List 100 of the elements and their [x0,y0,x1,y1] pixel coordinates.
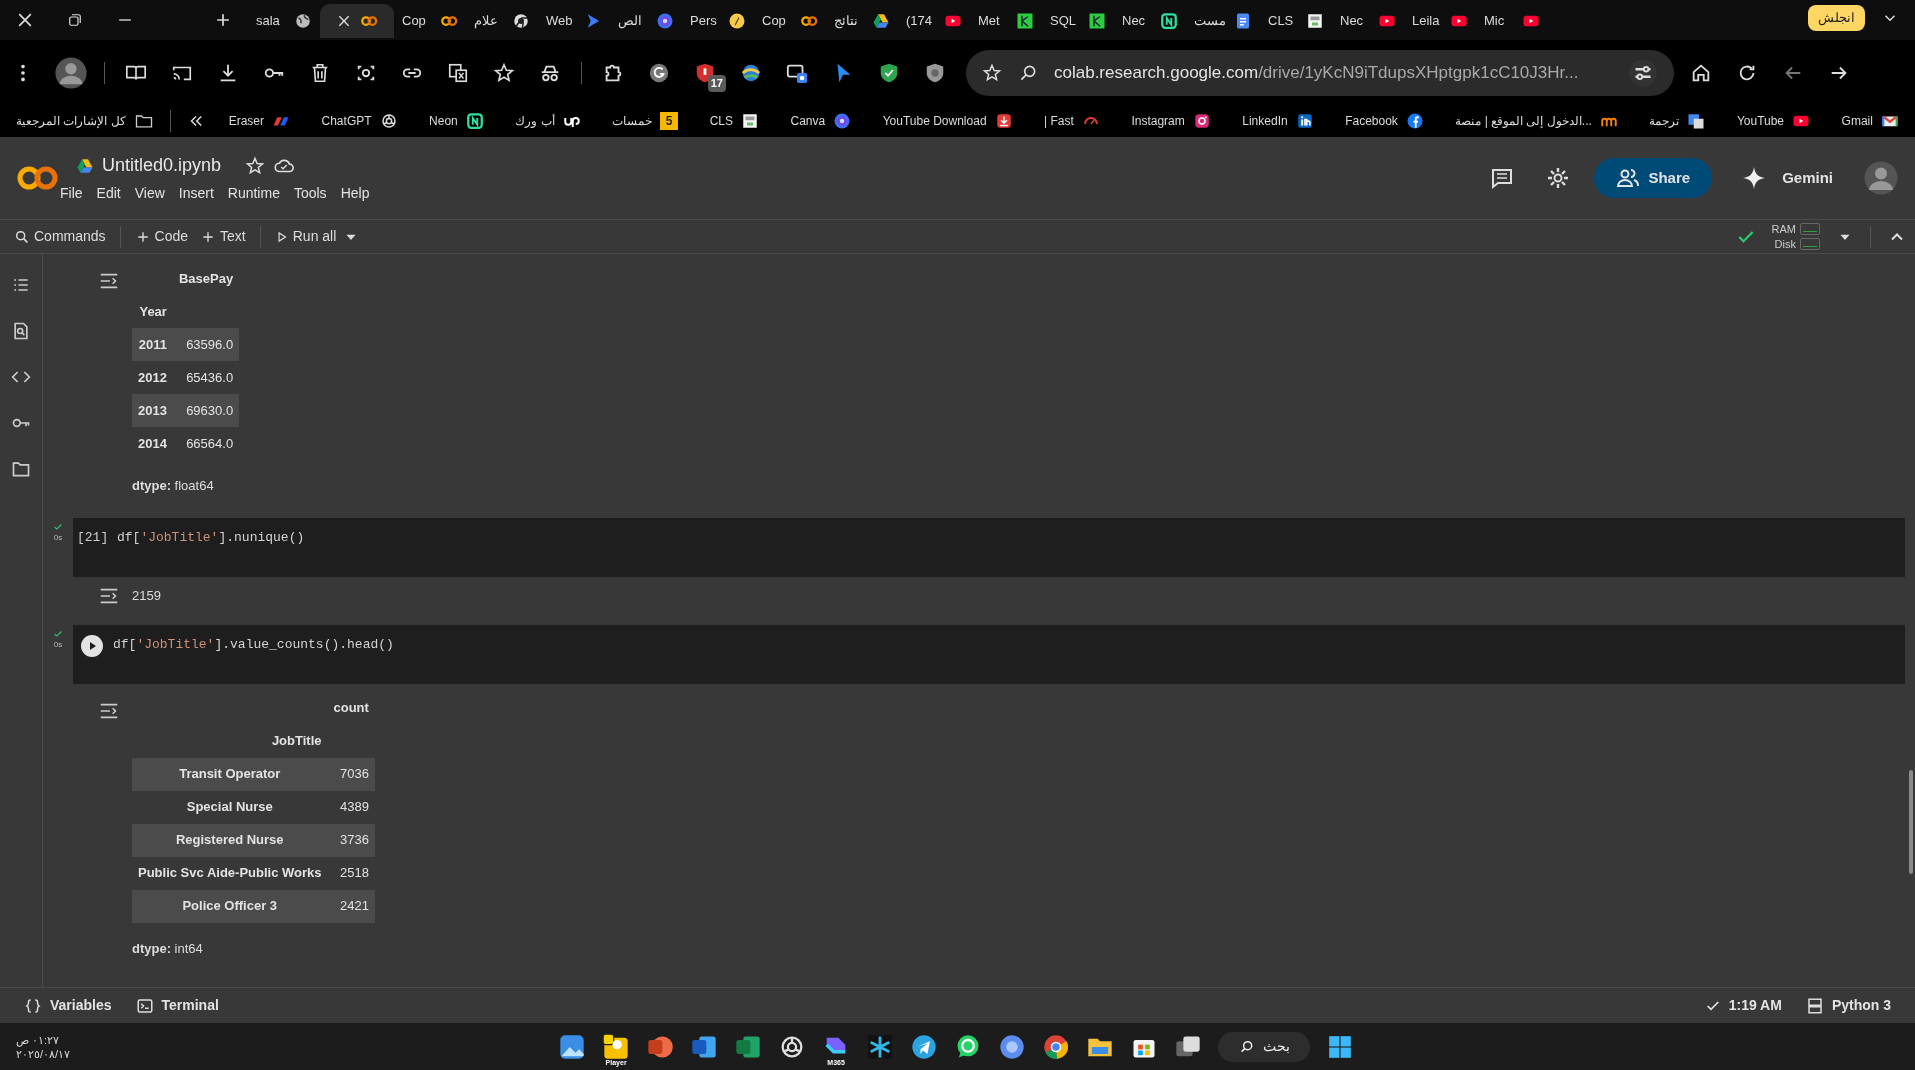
index-cell: Police Officer 3 [132,889,328,923]
notebook-title[interactable]: Untitled0.ipynb [102,152,222,179]
tab-title: علام [474,12,498,31]
neon-icon [1160,12,1178,30]
bookmark-link[interactable]: Canva [790,112,852,130]
find-icon[interactable] [11,321,31,341]
browser-tab[interactable]: Nec [1114,4,1186,38]
menu-item[interactable]: File [53,183,90,204]
bookmark-link[interactable]: | Fast [1044,112,1100,130]
bookmark-link[interactable]: YouTube [1736,112,1811,130]
comment-icon[interactable] [1490,166,1515,190]
bookmark-star-icon[interactable] [982,62,1002,83]
browser-tab[interactable] [320,4,394,38]
bookmark-link[interactable]: Neon [429,112,484,130]
bookmark-link[interactable]: أب ورك [515,112,581,130]
run-all-button[interactable]: Run all [268,226,343,247]
grammar-icon[interactable] [648,61,670,84]
browser-tab[interactable]: علام [466,4,538,38]
bookmark-link[interactable]: ترجمة [1649,112,1706,130]
close-icon[interactable] [336,13,352,29]
menu-item[interactable]: View [127,183,172,204]
browser-tab[interactable]: Pers [682,4,754,38]
taskbar-clock[interactable]: ٠١:٢٧ ص ٢٠٢٥/٠٨/١٧ [16,1032,71,1061]
avatar-icon[interactable] [1863,160,1899,196]
avatar-icon[interactable] [54,55,88,90]
terminal-icon [135,996,154,1015]
menu-item[interactable]: Edit [89,183,128,204]
browser-tab[interactable]: SQL [1042,4,1114,38]
folder-icon[interactable] [11,459,31,479]
browser-tab[interactable]: Leila [1404,4,1476,38]
bookmark-link[interactable]: Gmail [1841,112,1899,130]
document-icon [1234,12,1252,30]
add-code-button[interactable]: Code [128,226,195,247]
translate-icon[interactable] [447,61,469,84]
resource-meter[interactable]: RAM Disk [1771,221,1820,252]
browser-tab[interactable]: الص [610,4,682,38]
drive-icon[interactable] [76,156,94,175]
player-icon[interactable] [602,1032,631,1061]
bookmark-link[interactable]: LinkedIn [1242,112,1314,130]
browser-tab[interactable]: Cop [754,4,826,38]
bookmark-link[interactable]: CLS [709,112,759,130]
drive-icon [872,12,890,30]
gemini-button[interactable]: Gemini [1736,165,1839,191]
menu-item[interactable]: Runtime [220,183,287,204]
menu-item[interactable]: Insert [171,183,221,204]
browser-tab[interactable]: Mic [1476,4,1548,38]
bookmark-folder[interactable]: كل الإشارات المرجعية [16,111,154,131]
settings-icon[interactable] [1546,166,1571,191]
last-run-time[interactable]: 1:19 AM [1704,995,1782,1016]
start-icon[interactable] [1327,1033,1354,1060]
star-app-icon[interactable] [866,1032,895,1061]
browser-tab[interactable]: نتائج [826,4,898,38]
site-settings-icon[interactable] [1628,57,1658,88]
browser-tab[interactable]: مست [1186,4,1260,38]
bookmark-link[interactable]: الدخول إلى الموقع | منصة... [1455,112,1618,130]
telegram-icon[interactable] [910,1032,939,1061]
run-button[interactable] [81,634,103,657]
code-line[interactable]: df['JobTitle'].nunique() [117,527,305,547]
runtime-label[interactable]: Python 3 [1805,995,1891,1016]
restore-icon[interactable] [66,11,84,29]
tab-title: الص [618,12,642,31]
tab-title: sala [256,12,280,31]
share-button[interactable]: Share [1594,158,1713,198]
address-bar[interactable]: colab.research.google.com/drive/1yKcN9iTdupsXHptgpk1cC10J3Hr... [966,49,1674,96]
tab-title: مست [1194,12,1226,31]
photos-icon[interactable] [558,1032,587,1061]
bookmark-link[interactable]: Facebook [1345,112,1424,130]
commands-button[interactable]: Commands [8,226,112,247]
table-cell: 3736 [327,823,375,857]
bookmark-link[interactable]: Eraser [228,112,290,130]
browser-tab[interactable]: Web [538,4,610,38]
code-line[interactable]: df['JobTitle'].value_counts().head() [113,634,394,654]
tab-title: Nec [1122,12,1146,31]
code-icon [1016,12,1034,30]
browser-tab[interactable]: sala [248,4,320,38]
taskbar-search[interactable]: بحث [1218,1031,1311,1062]
browser-tab[interactable]: Nec [1332,4,1404,38]
shield-icon[interactable] [924,61,946,84]
terminal-tab[interactable]: Terminal [135,995,219,1016]
browser-tab[interactable]: CLS [1260,4,1332,38]
browser-tab[interactable]: (174 [898,4,970,38]
tab-title: SQL [1050,12,1076,31]
browser-icon[interactable] [998,1032,1027,1061]
table-cell: 2518 [327,856,375,890]
star-icon[interactable] [493,61,515,84]
bookmark-link[interactable]: Instagram [1131,112,1211,130]
browser-tab[interactable]: Met [970,4,1042,38]
bookmark-link[interactable]: ChatGPT [321,112,398,130]
variables-tab[interactable]: Variables [24,995,112,1016]
browser-tab[interactable]: Cop [394,4,466,38]
instagram-icon [1192,112,1211,130]
cls-icon [741,112,759,130]
add-text-button[interactable]: Text [194,226,252,247]
menu-item[interactable]: Help [333,183,377,204]
profile-chip[interactable]: انجلش [1808,5,1865,31]
star-icon[interactable] [245,156,266,177]
table-cell: 63596.0 [172,328,240,361]
bookmark-link[interactable]: YouTube Download [882,112,1013,130]
menu-item[interactable]: Tools [286,183,334,204]
shield-icon[interactable] [878,61,900,84]
